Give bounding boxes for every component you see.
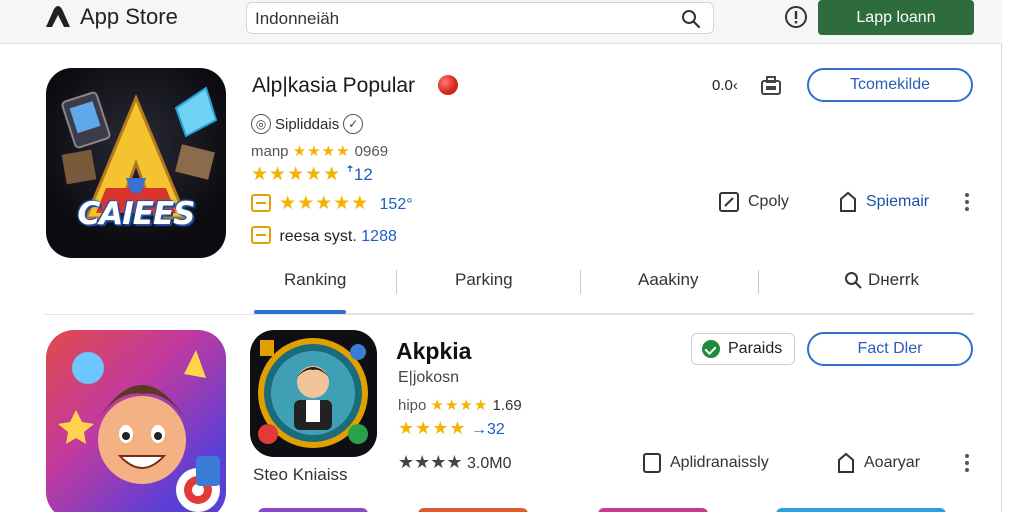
app1-developer-name: Sipliddais [275,115,340,133]
analytics-action[interactable]: Aplidranaissly [642,452,769,474]
app2-title[interactable]: Akpkia [396,338,471,365]
tab-separator [396,270,397,294]
app1-stars: ★★★★★ [251,164,342,185]
app2-rating-value: 1.69 [492,397,522,414]
checkbox-icon [643,453,661,473]
preview-icon [258,508,368,512]
search-icon [845,272,862,289]
tab-parking[interactable]: Parking [455,270,513,290]
badge-icon [251,194,271,212]
app2-stars-row-2: ★★★★ 3.0M0 [398,452,511,473]
search-input[interactable] [255,7,655,31]
app1-rating-value: 0969 [354,143,389,160]
app2-developer[interactable]: E|jokosn [398,369,459,387]
preview-icon [418,508,528,512]
app2-stars: ★★★★ [398,418,467,438]
app2-icon[interactable] [46,330,226,512]
app1-title[interactable]: Alp|kasia Popular [252,74,415,98]
more-options-icon[interactable] [964,193,970,213]
app2-rating-stars: ★★★★ [430,397,489,414]
analytics-label: Aplidranaissly [670,454,769,471]
app1-rating-row: manp ★★★★ 0969 [251,142,388,160]
tab-search[interactable]: Dнerrk [844,270,919,290]
share-action[interactable]: Spiemair [838,191,929,213]
app1-icon-caption: CAIEES [77,196,196,232]
next-row-preview [0,505,1002,512]
app1-rating-prefix: manp [251,143,289,160]
app1-action-button[interactable]: Tcomekilde [807,68,973,102]
tab-separator [758,270,759,294]
bookmark-icon [838,452,854,473]
tab-aaakiny[interactable]: Aaakiny [638,270,698,290]
app2-stars-value-2: 3.0M0 [467,455,512,472]
app1-developer[interactable]: ◎ Sipliddais ✓ [251,114,364,134]
copy-label: Cpoly [748,193,789,210]
search-icon[interactable] [681,9,701,29]
brand-title: App Store [80,4,178,29]
login-button[interactable]: Lapp loann [818,0,974,35]
top-bar: App Store Lapp loann [0,0,1002,44]
notification-dot-icon [438,75,458,95]
app2-share-action[interactable]: Aoaryar [836,452,920,474]
tab-search-label: Dнerrk [868,270,919,289]
app2-rating-prefix: hipo [398,397,427,414]
tab-bar: Ranking Parking Aaakiny Dнerrk [252,262,974,314]
app2-caption: Steo Kniaiss [253,465,348,484]
app1-stars-row: ★★★★★ ꜛ12 [251,164,373,185]
section-divider [44,314,974,315]
app1-rating-stars: ★★★★ [292,143,351,160]
app2-rating-row: hipo ★★★★ 1.69 [398,396,522,414]
app1-meta-label: reesa syst. [279,228,357,245]
app1-icon[interactable]: CAIEES [46,68,226,258]
page-edge-line [1001,0,1002,512]
copy-action[interactable]: Cpoly [718,191,789,213]
app2-small-artwork [258,338,368,448]
app2-chip-label: Paraids [728,340,783,357]
app2-stars-value: 32 [487,421,505,438]
app1-meta-row: reesa syst. 1288 [251,226,397,246]
app2-stars-2: ★★★★ [398,452,463,472]
search-bar[interactable] [246,2,714,34]
app1-badge-row: ★★★★★ 152° [251,192,413,215]
app1-stars-value: 12 [353,165,373,184]
check-icon [702,340,720,358]
app-store-logo-icon [46,6,70,27]
preview-button [776,508,946,512]
more-options-icon[interactable] [964,454,970,474]
tab-separator [580,270,581,294]
edit-icon [719,192,739,212]
bookmark-icon [840,191,856,212]
app1-badge-value: 152° [379,196,413,213]
app2-status-chip[interactable]: Paraids [691,333,795,365]
preview-icon [598,508,708,512]
bag-icon[interactable] [760,76,782,96]
developer-badge-icon: ◎ [251,114,271,134]
share-label: Spiemair [866,193,930,210]
category-icon [251,226,271,244]
app2-action-button[interactable]: Fact Dler [807,332,973,366]
app2-share-label: Aoaryar [864,454,921,471]
info-icon[interactable] [784,5,808,29]
app2-small-icon[interactable] [250,330,377,457]
app1-meta-value: 1288 [361,228,397,245]
app2-artwork [58,350,220,512]
verified-icon: ✓ [343,114,364,134]
app2-stars-row: ★★★★ →32 [398,418,505,438]
app1-price: 0.0‹ [712,77,738,94]
tab-ranking[interactable]: Ranking [284,270,346,290]
brand[interactable]: App Store [44,3,178,31]
app1-badge-stars: ★★★★★ [279,193,370,214]
